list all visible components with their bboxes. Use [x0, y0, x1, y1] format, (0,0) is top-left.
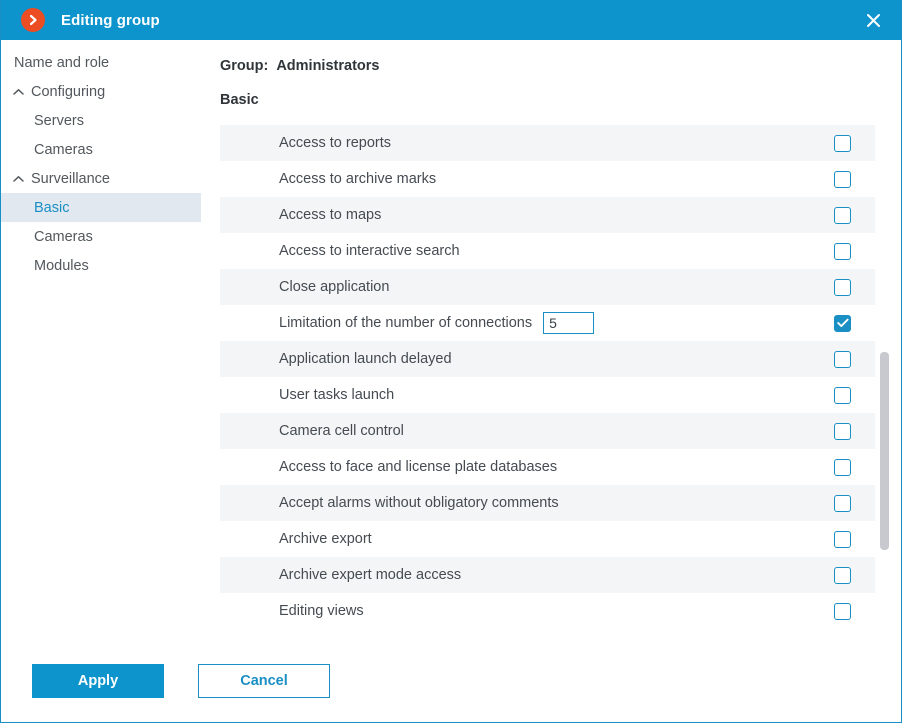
close-button[interactable]: [845, 0, 901, 40]
permission-checkbox[interactable]: [834, 278, 851, 296]
connections-limit-input[interactable]: [543, 312, 595, 334]
permission-row[interactable]: Accept alarms without obligatory comment…: [220, 485, 875, 521]
sidebar-item-basic[interactable]: Basic: [1, 193, 201, 222]
permission-label: Camera cell control: [279, 423, 404, 439]
permission-checkbox[interactable]: [834, 206, 851, 224]
permission-label: Access to maps: [279, 207, 382, 223]
permission-checkbox[interactable]: [834, 350, 851, 368]
permission-row[interactable]: Editing views: [220, 593, 875, 629]
permission-label: Limitation of the number of connections: [279, 315, 533, 331]
sidebar-item-label: Surveillance: [31, 170, 110, 187]
permission-label: Application launch delayed: [279, 351, 452, 367]
permission-row[interactable]: Camera cell control: [220, 413, 875, 449]
permission-row[interactable]: Archive expert mode access: [220, 557, 875, 593]
permission-checkbox[interactable]: [834, 602, 851, 620]
permission-checkbox[interactable]: [834, 170, 851, 188]
permission-label: Accept alarms without obligatory comment…: [279, 495, 559, 511]
permission-row[interactable]: Access to interactive search: [220, 233, 875, 269]
group-value: Administrators: [276, 58, 380, 74]
sidebar-item-cameras[interactable]: Cameras: [1, 135, 201, 164]
sidebar-item-cameras[interactable]: Cameras: [1, 222, 201, 251]
permission-label: Access to interactive search: [279, 243, 460, 259]
window-title: Editing group: [61, 11, 160, 29]
scrollbar-thumb[interactable]: [880, 352, 889, 550]
permission-checkbox[interactable]: [834, 314, 851, 332]
permission-label: Close application: [279, 279, 390, 295]
section-title: Basic: [220, 92, 259, 108]
permission-label: Access to reports: [279, 135, 392, 151]
sidebar-item-label: Cameras: [34, 141, 93, 158]
sidebar-item-label: Cameras: [34, 228, 93, 245]
permission-row[interactable]: Access to reports: [220, 125, 875, 161]
permission-checkbox[interactable]: [834, 530, 851, 548]
permission-label: Archive expert mode access: [279, 567, 462, 583]
chevron-right-circle-icon: [21, 8, 45, 32]
sidebar-nav: Name and role Configuring Servers Cameras Su…: [1, 40, 202, 640]
apply-button[interactable]: Apply: [32, 664, 164, 698]
permission-row[interactable]: Access to face and license plate databas…: [220, 449, 875, 485]
permission-row[interactable]: Archive export: [220, 521, 875, 557]
permission-label: Access to archive marks: [279, 171, 437, 187]
permission-row[interactable]: User tasks launch: [220, 377, 875, 413]
permission-label: Archive export: [279, 531, 372, 547]
sidebar-item-name-and-role[interactable]: Name and role: [1, 48, 201, 77]
permission-row[interactable]: Limitation of the number of connections: [220, 305, 875, 341]
permission-checkbox[interactable]: [834, 566, 851, 584]
sidebar-item-label: Servers: [34, 112, 84, 129]
editing-group-dialog: Editing group Name and role Configuring Se…: [0, 0, 902, 723]
check-icon: [836, 318, 849, 328]
chevron-up-icon: [11, 88, 25, 96]
sidebar-item-servers[interactable]: Servers: [1, 106, 201, 135]
cancel-button[interactable]: Cancel: [198, 664, 330, 698]
permission-label: Editing views: [279, 603, 364, 619]
close-icon: [866, 13, 880, 27]
permissions-list: Access to reports Access to archive marks…: [220, 125, 875, 629]
title-bar: Editing group: [1, 0, 901, 40]
permission-checkbox[interactable]: [834, 242, 851, 260]
dialog-footer: Apply Cancel: [1, 640, 901, 722]
permission-row[interactable]: Close application: [220, 269, 875, 305]
sidebar-item-configuring[interactable]: Configuring: [1, 77, 201, 106]
sidebar-item-label: Modules: [34, 257, 89, 274]
permission-checkbox[interactable]: [834, 386, 851, 404]
sidebar-item-label: Configuring: [31, 83, 106, 100]
sidebar-item-surveillance[interactable]: Surveillance: [1, 164, 201, 193]
permission-checkbox[interactable]: [834, 494, 851, 512]
permission-row[interactable]: Application launch delayed: [220, 341, 875, 377]
sidebar-item-label: Basic: [34, 199, 70, 216]
permission-label: Access to face and license plate databas…: [279, 459, 558, 475]
sidebar-item-modules[interactable]: Modules: [1, 251, 201, 280]
content-panel: Group: Administrators Basic Access to rep…: [201, 40, 901, 640]
chevron-up-icon: [11, 175, 25, 183]
dialog-body: Name and role Configuring Servers Cameras Su…: [1, 40, 901, 640]
group-label: Group:: [220, 58, 269, 74]
group-info-line: Group: Administrators: [220, 58, 901, 74]
scrollbar-track[interactable]: [880, 132, 889, 637]
permission-checkbox[interactable]: [834, 458, 851, 476]
permission-label: User tasks launch: [279, 387, 395, 403]
sidebar-item-list: Name and role Configuring Servers Cameras Su…: [1, 48, 201, 280]
permission-checkbox[interactable]: [834, 422, 851, 440]
permission-checkbox[interactable]: [834, 134, 851, 152]
sidebar-item-label: Name and role: [14, 54, 110, 71]
permission-row[interactable]: Access to maps: [220, 197, 875, 233]
permission-row[interactable]: Access to archive marks: [220, 161, 875, 197]
